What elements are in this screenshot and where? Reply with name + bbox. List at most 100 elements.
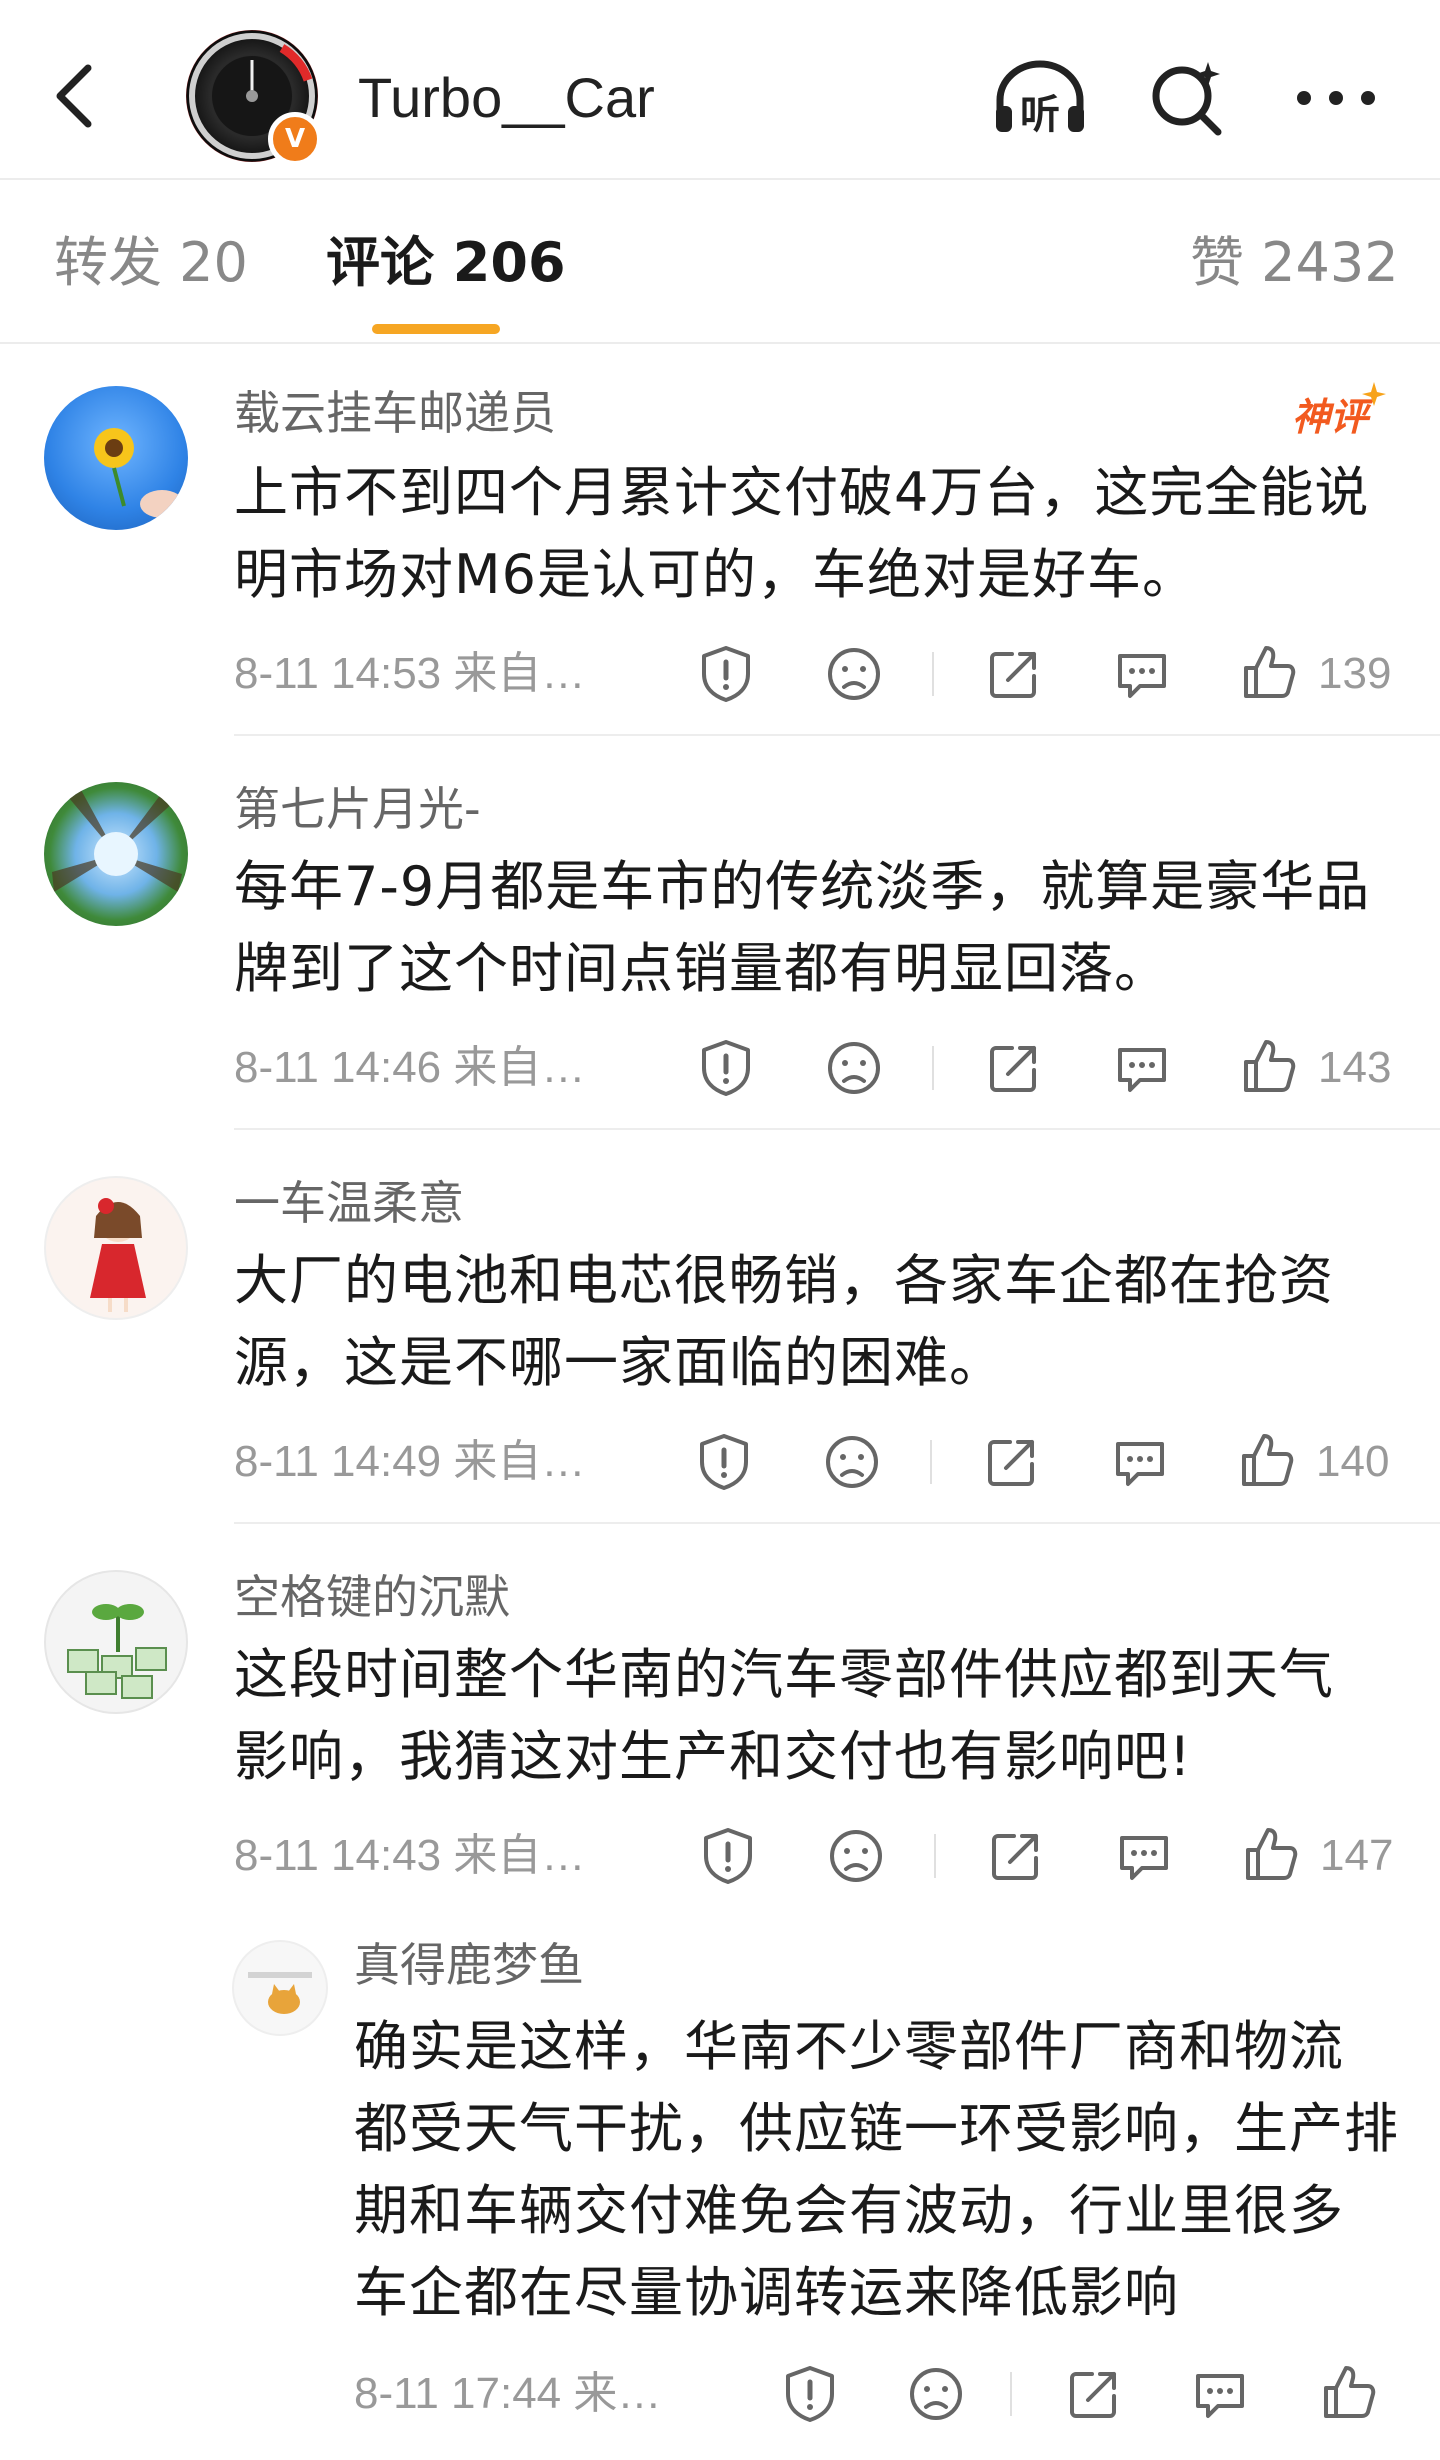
report-button[interactable]: [692, 1430, 756, 1494]
active-tab-indicator: [372, 324, 500, 334]
like-button[interactable]: [1236, 1034, 1300, 1098]
comment-bubble-icon: [1116, 1442, 1164, 1486]
comment-text-line: 上市不到四个月累计交付破4万台，这完全能说: [234, 461, 1370, 524]
thumbs-up-icon: [1244, 1040, 1296, 1092]
comment-bubble-icon: [1196, 2374, 1244, 2418]
reply-text-line: 车企都在尽量协调转运来降低影响: [354, 2261, 1179, 2324]
comment-text-line: 影响，我猜这对生产和交付也有影响吧!: [234, 1725, 1192, 1788]
comment-bubble-icon: [1118, 654, 1166, 698]
like-button[interactable]: [1236, 640, 1300, 704]
girl-red-dress-avatar-image: [90, 1198, 146, 1312]
dislike-button[interactable]: [822, 642, 886, 706]
comment-text-line: 大厂的电池和电芯很畅销，各家车企都在抢资: [234, 1249, 1334, 1312]
search-sparkle-icon: [1152, 62, 1222, 136]
dislike-button[interactable]: [824, 1824, 888, 1888]
back-button[interactable]: [48, 60, 104, 132]
listen-label: 听: [1020, 92, 1060, 138]
back-arrow-icon: [56, 64, 92, 128]
share-icon: [990, 652, 1036, 698]
share-icon: [990, 1046, 1036, 1092]
share-icon: [992, 1834, 1038, 1880]
comment-timestamp: 8-11 14:46 来自…: [234, 1043, 586, 1092]
report-button[interactable]: [694, 642, 758, 706]
commenter-name[interactable]: 空格键的沉默: [234, 1566, 510, 1628]
tab-repost[interactable]: 转发 20: [54, 228, 248, 298]
share-button[interactable]: [982, 642, 1046, 706]
reply-author-name[interactable]: 真得鹿梦鱼: [354, 1934, 584, 1996]
commenter-avatar[interactable]: [44, 782, 188, 926]
action-divider: [932, 1046, 934, 1090]
dislike-button[interactable]: [822, 1036, 886, 1100]
commenter-avatar[interactable]: [44, 1176, 188, 1320]
report-button[interactable]: [694, 1036, 758, 1100]
shield-alert-icon: [700, 1434, 748, 1490]
more-dots-icon: [1297, 91, 1375, 105]
like-count: 143: [1318, 1043, 1392, 1092]
commenter-name[interactable]: 载云挂车邮递员: [234, 382, 556, 444]
shield-alert-icon: [702, 646, 750, 702]
action-divider: [930, 1440, 932, 1484]
comment-timestamp: 8-11 14:49 来自…: [234, 1437, 586, 1486]
header-title[interactable]: Turbo__Car: [358, 60, 655, 136]
share-button[interactable]: [982, 1036, 1046, 1100]
tab-comments[interactable]: 评论 206: [326, 228, 566, 298]
reply-button[interactable]: [1108, 1430, 1172, 1494]
thumbs-up-icon: [1246, 1828, 1298, 1880]
comment-divider: [234, 1128, 1440, 1130]
report-button[interactable]: [778, 2362, 842, 2426]
reply-author-avatar[interactable]: [232, 1940, 328, 2036]
comment-text-line: 源，这是不哪一家面临的困难。: [234, 1331, 1004, 1394]
comment-bubble-icon: [1118, 1048, 1166, 1092]
action-divider: [1010, 2372, 1012, 2416]
search-button[interactable]: [1148, 58, 1228, 138]
tab-likes[interactable]: 赞 2432: [1190, 228, 1399, 298]
share-button[interactable]: [980, 1430, 1044, 1494]
sad-face-icon: [828, 1042, 880, 1094]
verified-badge: V: [268, 112, 322, 166]
reply-text-line: 确实是这样，华南不少零部件厂商和物流: [354, 2015, 1344, 2078]
money-plant-avatar-image: [67, 1604, 167, 1699]
shield-alert-icon: [704, 1828, 752, 1884]
sunflower-avatar-image: [94, 428, 184, 518]
like-button[interactable]: [1316, 2360, 1380, 2424]
comment-text-line: 每年7-9月都是车市的传统淡季，就算是豪华品: [234, 855, 1371, 918]
like-count: 140: [1316, 1437, 1390, 1486]
more-button[interactable]: [1292, 58, 1375, 138]
sad-face-icon: [910, 2368, 962, 2420]
share-button[interactable]: [1062, 2362, 1126, 2426]
sad-face-icon: [826, 1436, 878, 1488]
commenter-name[interactable]: 一车温柔意: [234, 1172, 464, 1234]
dislike-button[interactable]: [820, 1430, 884, 1494]
headphone-listen-icon: 听: [996, 60, 1084, 138]
comment-divider: [234, 1522, 1440, 1524]
thumbs-up-icon: [1242, 1434, 1294, 1486]
sad-face-icon: [830, 1830, 882, 1882]
commenter-avatar[interactable]: [44, 386, 188, 530]
reply-button[interactable]: [1110, 642, 1174, 706]
commenter-avatar[interactable]: [44, 1570, 188, 1714]
reply-text-line: 期和车辆交付难免会有波动，行业里很多: [354, 2179, 1344, 2242]
reply-button[interactable]: [1188, 2362, 1252, 2426]
reply-button[interactable]: [1112, 1824, 1176, 1888]
like-count: 139: [1318, 649, 1392, 698]
cat-sketch-avatar-image: [248, 1972, 312, 2014]
report-button[interactable]: [696, 1824, 760, 1888]
top-comment-badge-label: 神评: [1292, 395, 1374, 439]
comment-timestamp: 8-11 14:53 来自…: [234, 649, 586, 698]
dislike-button[interactable]: [904, 2362, 968, 2426]
comment-timestamp: 8-11 14:43 来自…: [234, 1831, 586, 1880]
reply-text-line: 都受天气干扰，供应链一环受影响，生产排: [354, 2097, 1399, 2160]
share-button[interactable]: [984, 1824, 1048, 1888]
forest-sky-avatar-image: [52, 788, 182, 892]
like-count: 147: [1320, 1831, 1394, 1880]
author-avatar[interactable]: V: [186, 30, 322, 166]
listen-button[interactable]: 听: [990, 58, 1084, 138]
like-button[interactable]: [1234, 1428, 1298, 1492]
like-button[interactable]: [1238, 1822, 1302, 1886]
shield-alert-icon: [786, 2366, 834, 2422]
reply-button[interactable]: [1110, 1036, 1174, 1100]
commenter-name[interactable]: 第七片月光-: [234, 778, 481, 840]
tab-bar: 转发 20 评论 206 赞 2432: [0, 178, 1440, 344]
comment-bubble-icon: [1120, 1836, 1168, 1880]
reply-timestamp: 8-11 17:44 来…: [354, 2369, 662, 2418]
